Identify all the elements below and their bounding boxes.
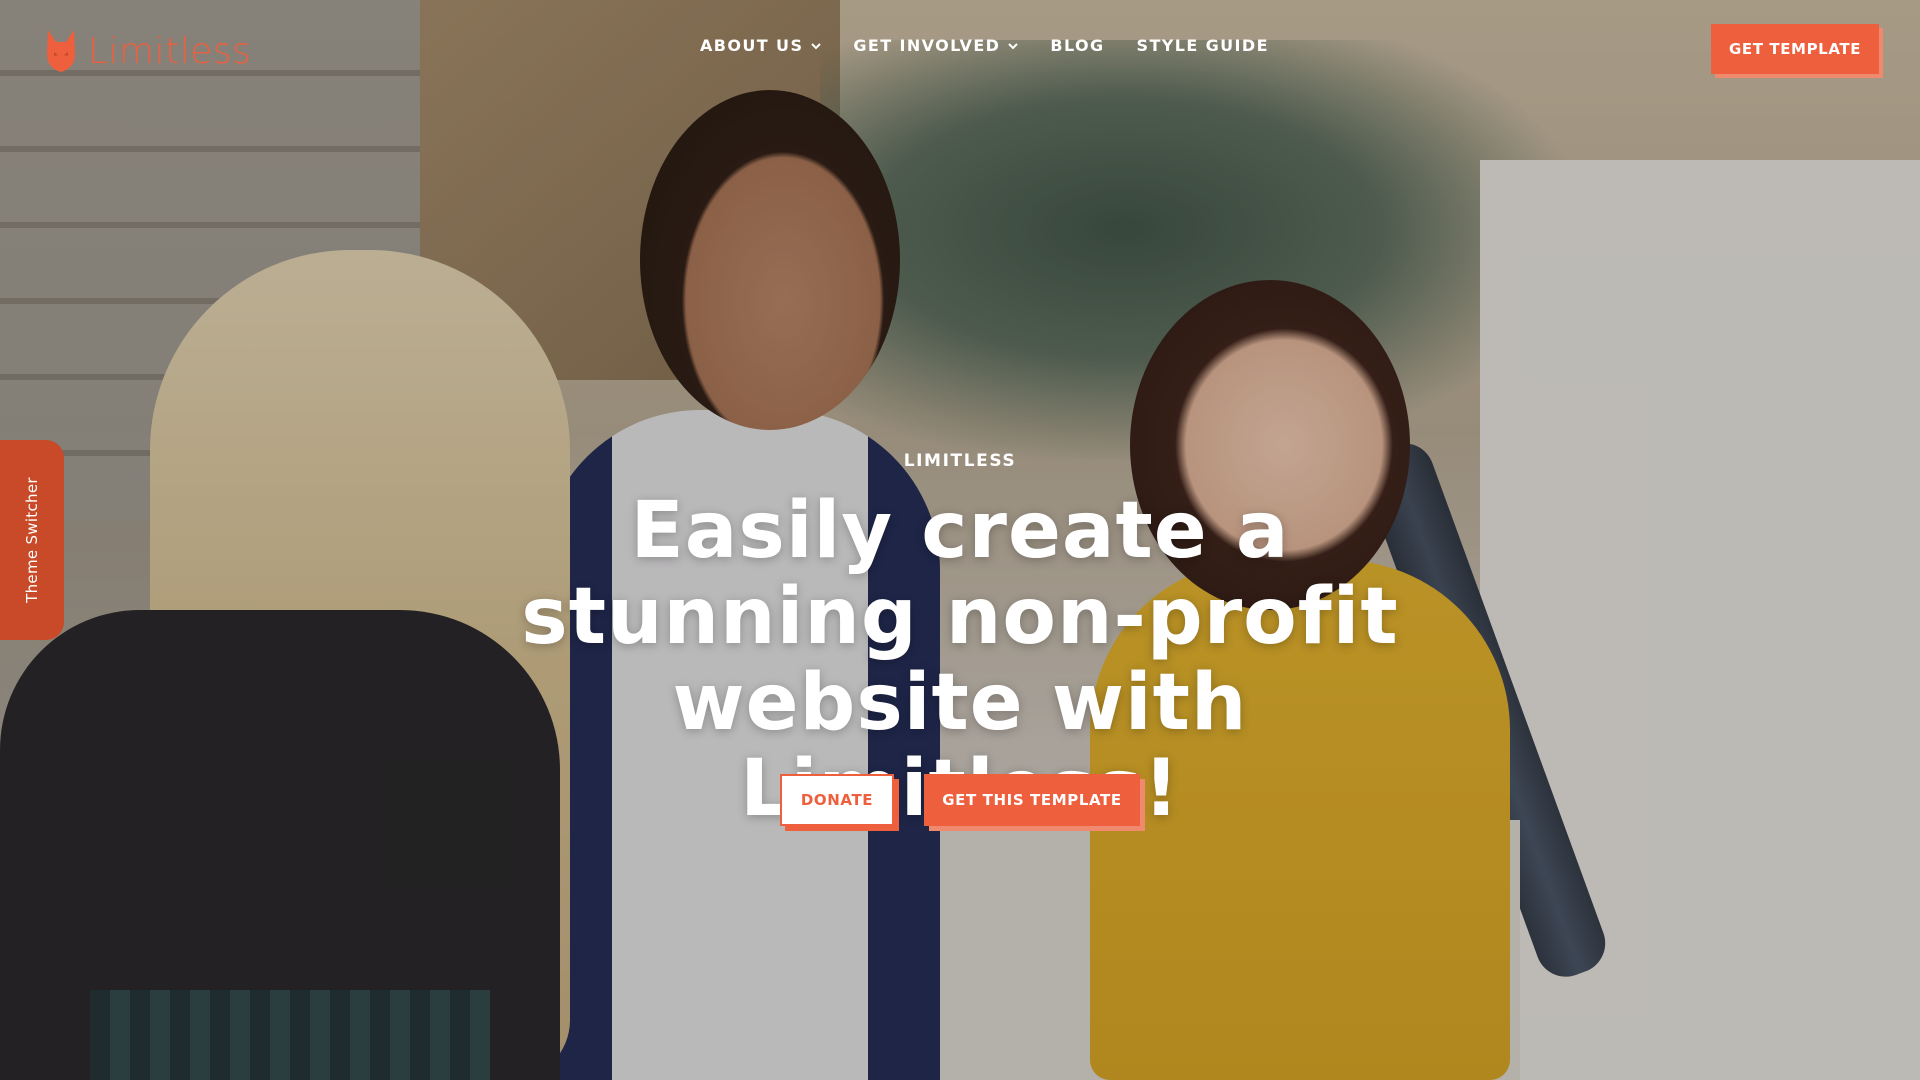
nav-item-about-us[interactable]: ABOUT US <box>700 36 822 55</box>
chevron-down-icon <box>1008 42 1019 49</box>
chevron-down-icon <box>811 42 822 49</box>
hero-cta-row: DONATE GET THIS TEMPLATE <box>0 774 1920 826</box>
theme-switcher-label: Theme Switcher <box>23 477 42 603</box>
nav-item-label: STYLE GUIDE <box>1136 36 1269 55</box>
hero-eyebrow: LIMITLESS <box>903 451 1017 471</box>
donate-button[interactable]: DONATE <box>780 774 894 826</box>
nav-item-get-involved[interactable]: GET INVOLVED <box>853 36 1019 55</box>
fox-icon <box>44 28 78 74</box>
logo-text: Limitless <box>88 30 252 72</box>
nav-item-blog[interactable]: BLOG <box>1050 36 1104 55</box>
nav-item-label: BLOG <box>1050 36 1105 55</box>
get-this-template-button[interactable]: GET THIS TEMPLATE <box>924 774 1140 826</box>
nav-item-label: ABOUT US <box>700 36 804 55</box>
main-nav: ABOUT US GET INVOLVED BLOG STYLE GUIDE <box>700 36 1269 55</box>
get-template-button[interactable]: GET TEMPLATE <box>1711 24 1879 74</box>
nav-item-label: GET INVOLVED <box>853 36 1001 55</box>
logo-link[interactable]: Limitless <box>44 28 251 74</box>
nav-item-style-guide[interactable]: STYLE GUIDE <box>1137 36 1269 55</box>
